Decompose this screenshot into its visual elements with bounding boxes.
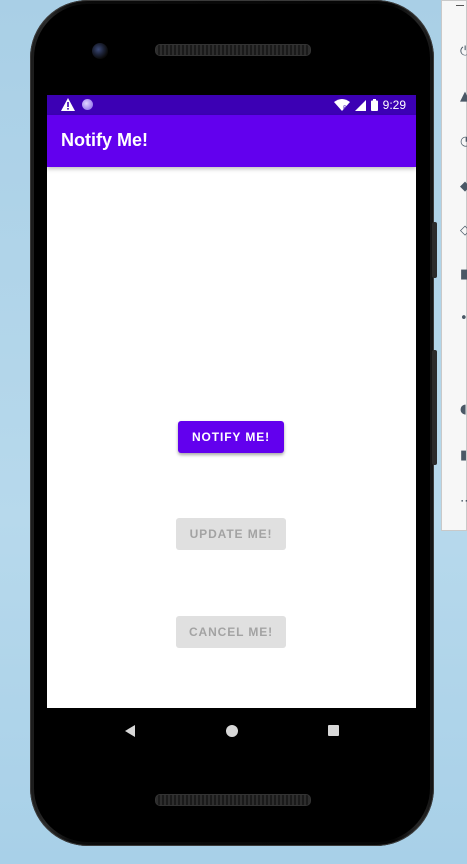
update-button[interactable]: UPDATE ME! — [176, 518, 286, 550]
front-camera-icon — [92, 43, 108, 59]
app-bar: Notify Me! — [47, 115, 416, 167]
status-left-icons — [61, 98, 93, 111]
app-title: Notify Me! — [61, 130, 148, 150]
notification-dot-icon — [82, 99, 93, 110]
bottom-speaker-grille — [155, 794, 311, 806]
signal-icon — [354, 99, 366, 111]
recents-icon[interactable] — [328, 725, 339, 736]
battery-icon — [370, 99, 378, 111]
home-icon[interactable] — [226, 725, 238, 737]
rotate-right-icon[interactable]: ◇ — [460, 224, 467, 237]
svg-text:R: R — [343, 105, 347, 111]
minimize-icon[interactable] — [456, 5, 464, 6]
more-icon[interactable]: ⋯ — [460, 495, 467, 508]
warning-icon — [61, 98, 75, 111]
power-button[interactable] — [432, 222, 437, 278]
back-icon[interactable]: ◖ — [460, 403, 467, 416]
status-right-icons: R 9:29 — [333, 98, 406, 112]
back-icon[interactable] — [125, 725, 135, 737]
status-bar: R 9:29 — [47, 95, 416, 115]
power-icon[interactable]: ⏻ — [460, 45, 467, 58]
volume-button[interactable] — [432, 350, 437, 465]
camera-icon[interactable]: ■ — [460, 268, 467, 281]
home-icon[interactable]: ▮ — [460, 449, 467, 462]
notify-button[interactable]: NOTIFY ME! — [178, 421, 284, 453]
top-speaker-grille — [155, 44, 311, 56]
wifi-icon: R — [333, 99, 350, 111]
status-clock: 9:29 — [382, 98, 406, 112]
device-screen: R 9:29 Notify Me! NOTIFY ME! UPDATE ME! … — [47, 95, 416, 708]
volume-up-icon[interactable]: ▲ — [460, 90, 467, 103]
emulator-side-panel: ⏻ ▲ ◔ ◆ ◇ ■ • ◖ ▮ ⋯ — [441, 0, 467, 531]
navigation-bar — [47, 708, 416, 750]
cancel-button[interactable]: CANCEL ME! — [176, 616, 286, 648]
zoom-icon[interactable]: • — [460, 312, 467, 325]
volume-down-icon[interactable]: ◔ — [460, 135, 467, 148]
rotate-left-icon[interactable]: ◆ — [460, 180, 467, 193]
